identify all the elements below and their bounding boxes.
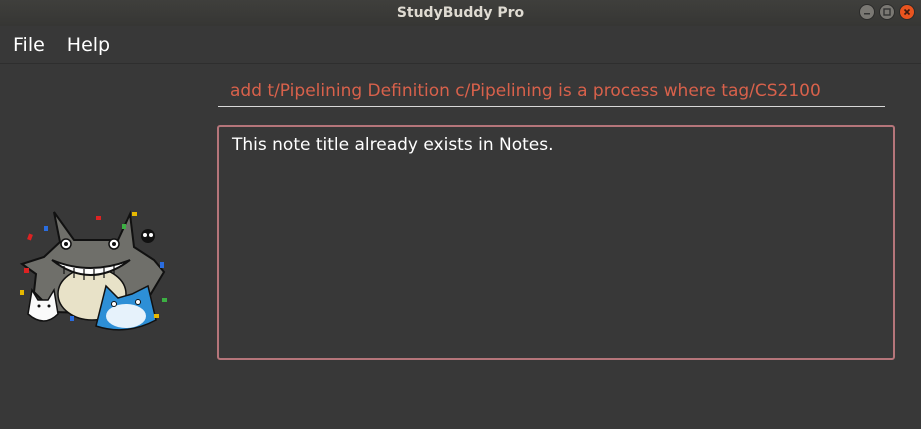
menu-file[interactable]: File — [7, 34, 51, 56]
window-title: StudyBuddy Pro — [396, 5, 525, 21]
menu-bar: File Help — [0, 26, 921, 64]
command-box[interactable]: add t/Pipelining Definition c/Pipelining… — [218, 75, 885, 107]
totoro-mascot-icon — [14, 202, 170, 334]
command-input[interactable]: add t/Pipelining Definition c/Pipelining… — [230, 79, 880, 103]
result-display: This note title already exists in Notes. — [217, 125, 895, 360]
result-message: This note title already exists in Notes. — [232, 135, 554, 155]
title-bar: StudyBuddy Pro — [0, 0, 921, 26]
minimize-icon[interactable] — [859, 4, 875, 20]
maximize-icon[interactable] — [879, 4, 895, 20]
menu-help[interactable]: Help — [61, 34, 116, 56]
window-controls — [859, 4, 915, 20]
close-icon[interactable] — [899, 4, 915, 20]
